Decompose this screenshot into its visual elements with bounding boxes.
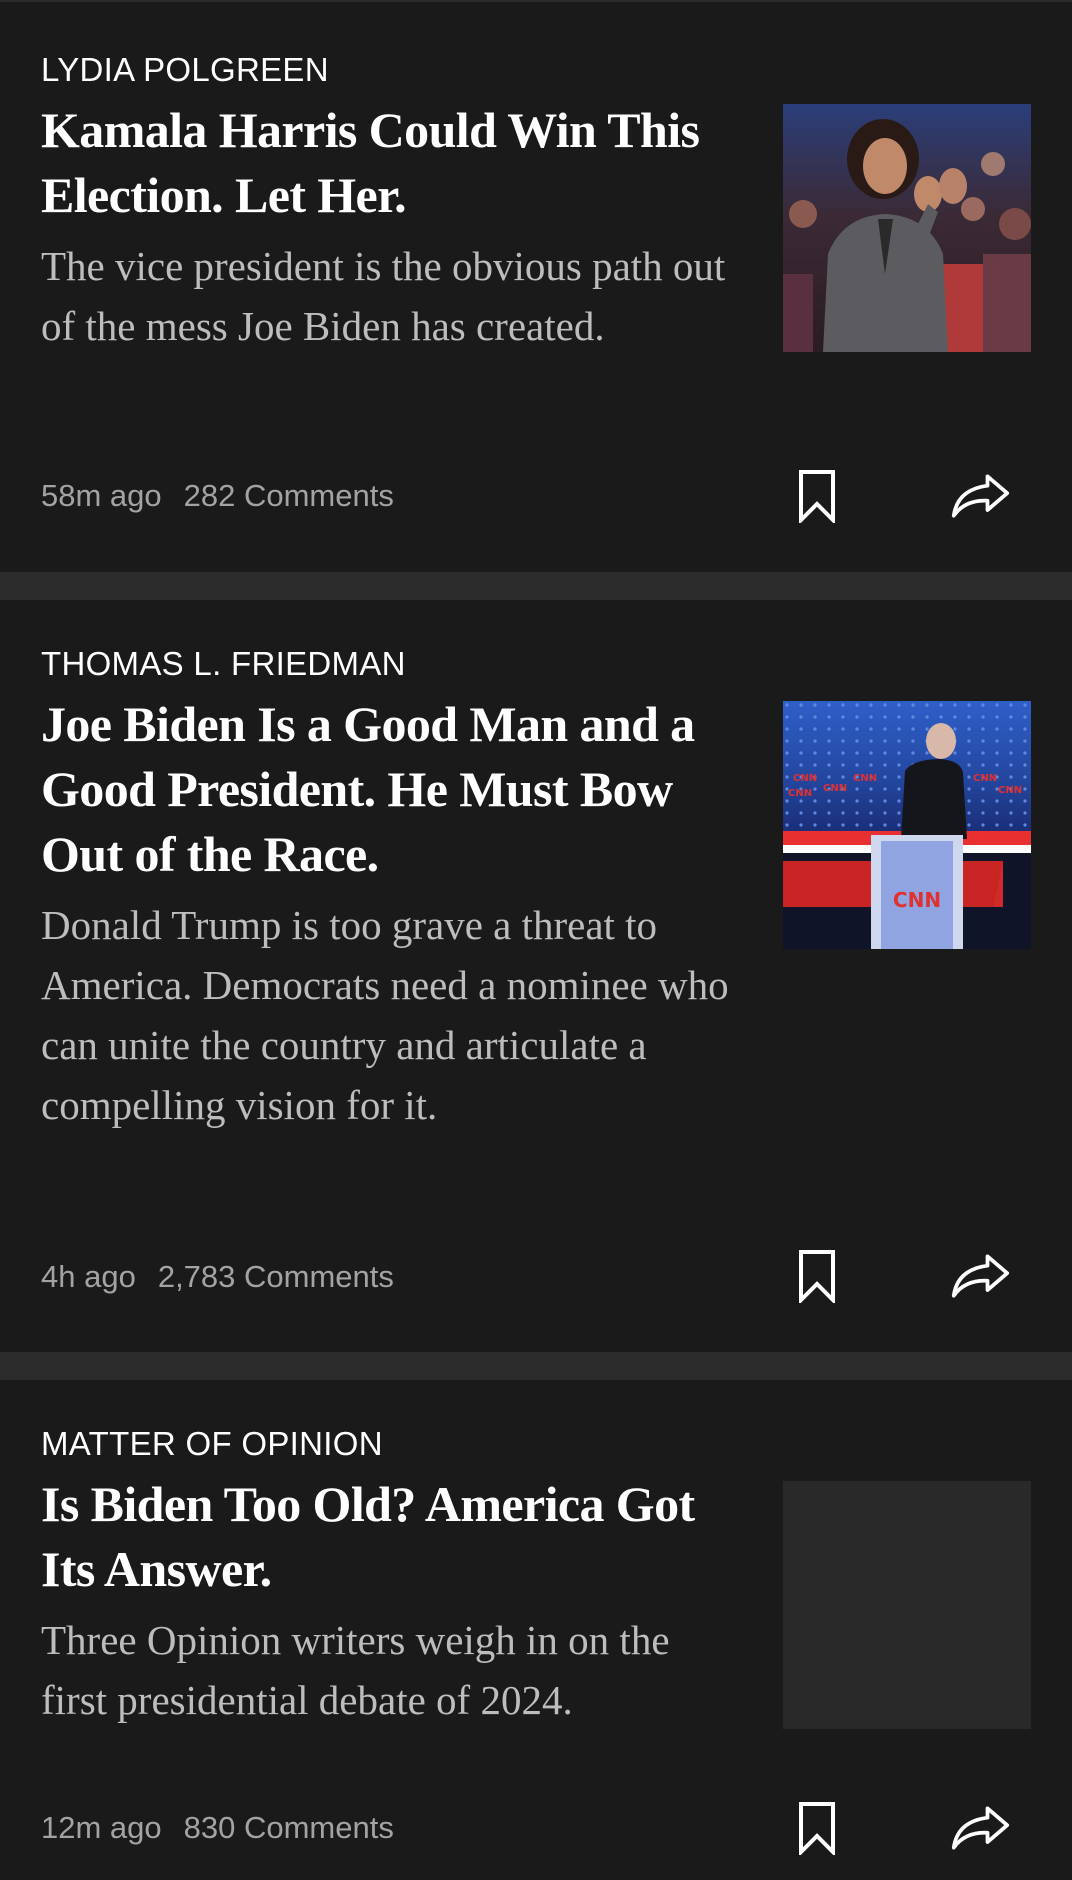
- article-thumbnail[interactable]: [783, 104, 1031, 352]
- article-headline[interactable]: Joe Biden Is a Good Man and a Good Presi…: [41, 692, 741, 887]
- article-meta: 4h ago 2,783 Comments: [41, 1257, 394, 1297]
- svg-text:CNN: CNN: [998, 785, 1022, 796]
- comments-link[interactable]: 2,783 Comments: [158, 1259, 394, 1294]
- svg-text:CNN: CNN: [793, 773, 817, 784]
- svg-text:CNN: CNN: [788, 788, 812, 799]
- opinion-feed: LYDIA POLGREEN Kamala Harris Could Win T…: [0, 0, 1072, 1880]
- article-text: MATTER OF OPINION Is Biden Too Old? Amer…: [41, 1424, 741, 1730]
- article-card[interactable]: THOMAS L. FRIEDMAN Joe Biden Is a Good M…: [0, 598, 1072, 1352]
- article-kicker[interactable]: LYDIA POLGREEN: [41, 50, 741, 90]
- article-kicker[interactable]: MATTER OF OPINION: [41, 1424, 741, 1464]
- article-meta: 12m ago 830 Comments: [41, 1808, 394, 1848]
- article-timestamp: 4h ago: [41, 1259, 136, 1294]
- bookmark-icon[interactable]: [787, 466, 847, 526]
- section-divider: [0, 572, 1072, 598]
- image-placeholder[interactable]: [783, 1481, 1031, 1729]
- svg-text:CNN: CNN: [853, 773, 877, 784]
- svg-text:CNN: CNN: [823, 783, 847, 794]
- article-summary: Three Opinion writers weigh in on the fi…: [41, 1617, 670, 1723]
- podium-logo: CNN: [893, 888, 941, 912]
- bookmark-icon[interactable]: [787, 1246, 847, 1306]
- article-timestamp: 12m ago: [41, 1810, 162, 1845]
- bookmark-icon[interactable]: [787, 1798, 847, 1858]
- article-headline[interactable]: Is Biden Too Old? America Got Its Answer…: [41, 1472, 741, 1602]
- thumbnail-photo: [783, 104, 1031, 352]
- article-card[interactable]: MATTER OF OPINION Is Biden Too Old? Amer…: [0, 1378, 1072, 1880]
- article-timestamp: 58m ago: [41, 478, 162, 513]
- article-kicker[interactable]: THOMAS L. FRIEDMAN: [41, 644, 741, 684]
- comments-link[interactable]: 282 Comments: [184, 478, 394, 513]
- svg-text:CNN: CNN: [973, 773, 997, 784]
- article-meta: 58m ago 282 Comments: [41, 476, 394, 516]
- share-arrow-icon[interactable]: [950, 1246, 1010, 1306]
- comments-link[interactable]: 830 Comments: [184, 1810, 394, 1845]
- article-headline[interactable]: Kamala Harris Could Win This Election. L…: [41, 98, 741, 228]
- share-arrow-icon[interactable]: [950, 466, 1010, 526]
- thumbnail-photo: CNNCNNCNN CNNCNNCNN CNN: [783, 701, 1031, 949]
- article-card[interactable]: LYDIA POLGREEN Kamala Harris Could Win T…: [0, 0, 1072, 572]
- article-summary: Donald Trump is too grave a threat to Am…: [41, 902, 729, 1128]
- article-text: LYDIA POLGREEN Kamala Harris Could Win T…: [41, 50, 741, 356]
- article-thumbnail[interactable]: CNN CNN CNN CNN CNN CNN CNN: [783, 701, 1031, 949]
- article-text: THOMAS L. FRIEDMAN Joe Biden Is a Good M…: [41, 644, 741, 1135]
- article-summary: The vice president is the obvious path o…: [41, 243, 726, 349]
- share-arrow-icon[interactable]: [950, 1798, 1010, 1858]
- section-divider: [0, 1352, 1072, 1378]
